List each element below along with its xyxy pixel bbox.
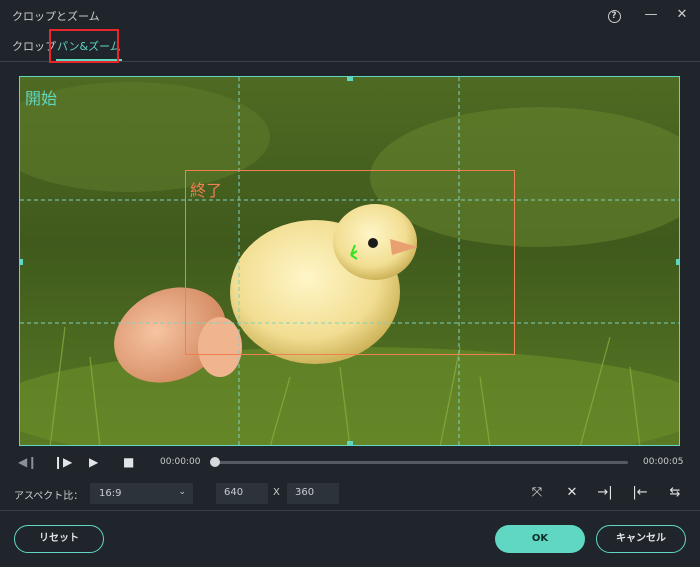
next-frame-icon[interactable]: ❙▶ xyxy=(53,455,72,469)
fit-inward-icon[interactable]: ⤧ xyxy=(528,485,546,500)
minimize-icon: — xyxy=(644,7,658,22)
play-icon[interactable]: ▶ xyxy=(89,455,98,469)
aspect-settings: アスペクト比： 16:9 ⌄ 640 X 360 ⤧ ✕ →| |← ⇆ xyxy=(0,483,700,505)
aspect-ratio-label: アスペクト比： xyxy=(14,491,84,502)
resize-handle-bottom[interactable] xyxy=(347,441,353,445)
ok-button[interactable]: OK xyxy=(495,525,585,553)
playback-controls: ◀❙ ❙▶ ▶ ■ 00:00:00 00:00:05 xyxy=(0,450,700,474)
align-right-icon[interactable]: →| xyxy=(596,485,614,500)
total-time: 00:00:05 xyxy=(643,457,684,467)
aspect-ratio-select[interactable]: 16:9 ⌄ xyxy=(90,483,193,504)
window-title: クロップとズーム xyxy=(12,10,100,23)
help-icon: ? xyxy=(607,10,621,23)
preview-area[interactable]: 開始 終了 xyxy=(19,76,680,446)
align-left-icon[interactable]: |← xyxy=(631,485,649,500)
width-input[interactable]: 640 xyxy=(216,483,268,504)
swap-icon[interactable]: ⇆ xyxy=(666,485,684,500)
height-input[interactable]: 360 xyxy=(287,483,339,504)
title-bar: クロップとズーム ? — ✕ xyxy=(0,0,700,30)
tab-highlight-annotation xyxy=(49,29,119,63)
reset-button[interactable]: リセット xyxy=(14,525,104,553)
end-label: 終了 xyxy=(190,181,223,200)
end-frame-box[interactable]: 終了 xyxy=(185,170,515,355)
start-label: 開始 xyxy=(25,89,58,108)
fit-outward-icon[interactable]: ✕ xyxy=(563,485,581,500)
stop-icon[interactable]: ■ xyxy=(123,455,134,469)
dimension-separator: X xyxy=(273,487,280,498)
minimize-button[interactable]: — xyxy=(641,6,661,24)
chevron-down-icon: ⌄ xyxy=(178,487,186,497)
resize-handle-left[interactable] xyxy=(20,259,23,265)
help-button[interactable]: ? xyxy=(604,6,624,24)
resize-handle-right[interactable] xyxy=(676,259,679,265)
timeline-scrubber[interactable] xyxy=(210,457,220,467)
close-icon: ✕ xyxy=(676,7,688,22)
current-time: 00:00:00 xyxy=(160,457,201,467)
cancel-button[interactable]: キャンセル xyxy=(596,525,686,553)
timeline-track[interactable] xyxy=(214,461,628,464)
close-button[interactable]: ✕ xyxy=(672,6,692,24)
resize-handle-top[interactable] xyxy=(347,77,353,81)
previous-frame-icon[interactable]: ◀❙ xyxy=(18,455,37,469)
aspect-ratio-value: 16:9 xyxy=(99,488,122,499)
footer-divider xyxy=(0,510,700,511)
